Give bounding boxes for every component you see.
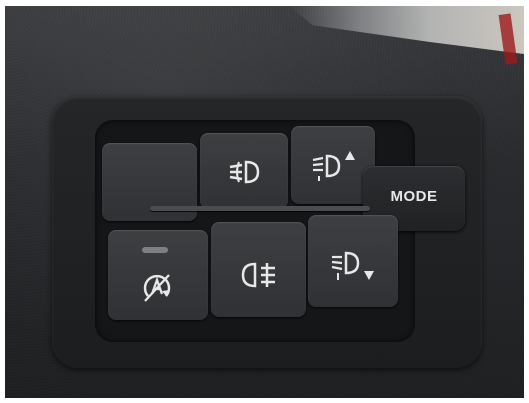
front-fog-light-icon <box>229 160 260 184</box>
status-indicator-light <box>142 247 168 253</box>
rear-fog-light-icon <box>241 262 275 288</box>
auto-start-stop-button[interactable] <box>108 230 208 320</box>
headlight-level-down-icon <box>331 251 374 280</box>
rear-fog-light-button[interactable] <box>211 222 306 317</box>
mode-button-label: MODE <box>390 188 438 205</box>
headlight-level-up-icon <box>312 151 355 181</box>
front-fog-light-button[interactable] <box>200 133 288 209</box>
button-row-divider <box>150 206 370 211</box>
auto-start-stop-off-icon <box>143 274 171 302</box>
headlight-level-down-button[interactable] <box>308 215 398 307</box>
